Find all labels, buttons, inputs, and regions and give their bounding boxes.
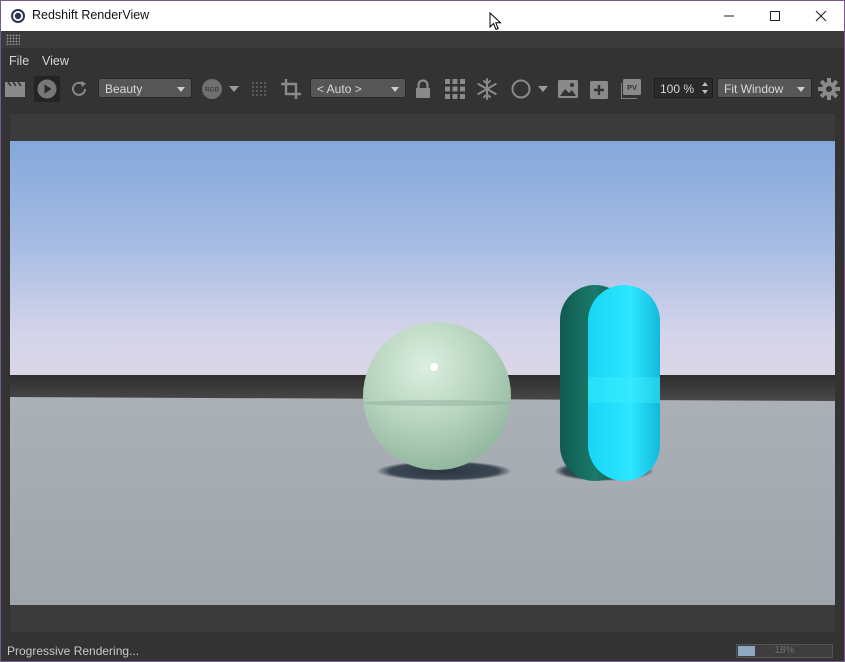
crop-button[interactable] bbox=[278, 76, 304, 102]
rgb-label: RGB bbox=[205, 87, 219, 94]
chevron-down-icon bbox=[177, 87, 185, 92]
zoom-value: 100 % bbox=[660, 82, 695, 96]
progress-percent: 18% bbox=[774, 645, 795, 656]
fit-select-value: Fit Window bbox=[724, 82, 784, 96]
render-image bbox=[10, 141, 835, 605]
dotted-grid-icon bbox=[252, 82, 266, 96]
panel-grip-bar bbox=[1, 31, 844, 48]
chevron-down-icon bbox=[538, 86, 548, 92]
settings-button[interactable] bbox=[816, 76, 842, 102]
menu-view[interactable]: View bbox=[42, 54, 69, 68]
refresh-button[interactable] bbox=[66, 76, 92, 102]
close-button[interactable] bbox=[798, 1, 844, 31]
start-render-button[interactable] bbox=[34, 76, 60, 102]
fit-select[interactable]: Fit Window bbox=[717, 78, 812, 98]
crop-icon bbox=[281, 79, 301, 99]
status-text: Progressive Rendering... bbox=[7, 644, 140, 658]
spin-up-icon[interactable] bbox=[702, 82, 708, 86]
render-progress-bar: 18% bbox=[736, 644, 833, 658]
rgb-channel-button[interactable]: RGB bbox=[200, 76, 224, 102]
clapper-icon bbox=[5, 81, 25, 97]
gear-icon bbox=[818, 78, 840, 100]
app-logo-icon bbox=[10, 8, 26, 24]
chevron-down-icon bbox=[229, 86, 239, 92]
snapshot-button[interactable] bbox=[555, 76, 581, 102]
menu-bar: File View bbox=[1, 48, 844, 74]
chevron-down-icon bbox=[797, 87, 805, 92]
pv-label: PV bbox=[627, 83, 637, 92]
minimize-icon bbox=[724, 15, 734, 17]
refresh-icon bbox=[72, 81, 86, 96]
window-title: Redshift RenderView bbox=[32, 8, 150, 22]
spin-down-icon[interactable] bbox=[702, 90, 708, 94]
zoom-spinbox[interactable]: 100 % bbox=[654, 78, 713, 98]
pv-button[interactable]: PV bbox=[619, 76, 645, 102]
play-icon bbox=[37, 79, 57, 99]
close-icon bbox=[815, 10, 827, 22]
rgb-icon: RGB bbox=[202, 79, 222, 99]
minimize-button[interactable] bbox=[706, 1, 752, 31]
add-image-icon bbox=[590, 81, 608, 99]
snowflake-icon bbox=[477, 78, 497, 100]
freeze-button[interactable] bbox=[474, 76, 500, 102]
lock-icon bbox=[416, 79, 430, 98]
circle-icon bbox=[511, 79, 531, 99]
image-icon bbox=[558, 80, 578, 98]
clapper-button[interactable] bbox=[2, 76, 28, 102]
lock-button[interactable] bbox=[410, 76, 436, 102]
toolbar: Beauty RGB < Auto > PV 100 % Fit Window bbox=[1, 74, 844, 104]
title-bar: Redshift RenderView bbox=[1, 1, 844, 31]
grip-handle-icon[interactable] bbox=[6, 34, 20, 45]
aov-select[interactable]: Beauty bbox=[98, 78, 192, 98]
maximize-icon bbox=[770, 11, 780, 21]
camera-select-value: < Auto > bbox=[317, 82, 362, 96]
grid-button[interactable] bbox=[442, 76, 468, 102]
add-snapshot-button[interactable] bbox=[587, 76, 613, 102]
chevron-down-icon bbox=[391, 87, 399, 92]
circle-dropdown-arrow[interactable] bbox=[536, 76, 550, 102]
pv-icon: PV bbox=[621, 79, 641, 99]
rendered-scene bbox=[10, 141, 835, 605]
rgb-dropdown-arrow[interactable] bbox=[227, 76, 241, 102]
camera-select[interactable]: < Auto > bbox=[310, 78, 406, 98]
status-bar: Progressive Rendering... 18% bbox=[1, 640, 844, 661]
maximize-button[interactable] bbox=[752, 1, 798, 31]
aov-select-value: Beauty bbox=[105, 82, 143, 96]
circle-mode-button[interactable] bbox=[508, 76, 534, 102]
menu-file[interactable]: File bbox=[9, 54, 29, 68]
dotted-grid-button[interactable] bbox=[246, 76, 272, 102]
grid-icon bbox=[445, 79, 465, 99]
